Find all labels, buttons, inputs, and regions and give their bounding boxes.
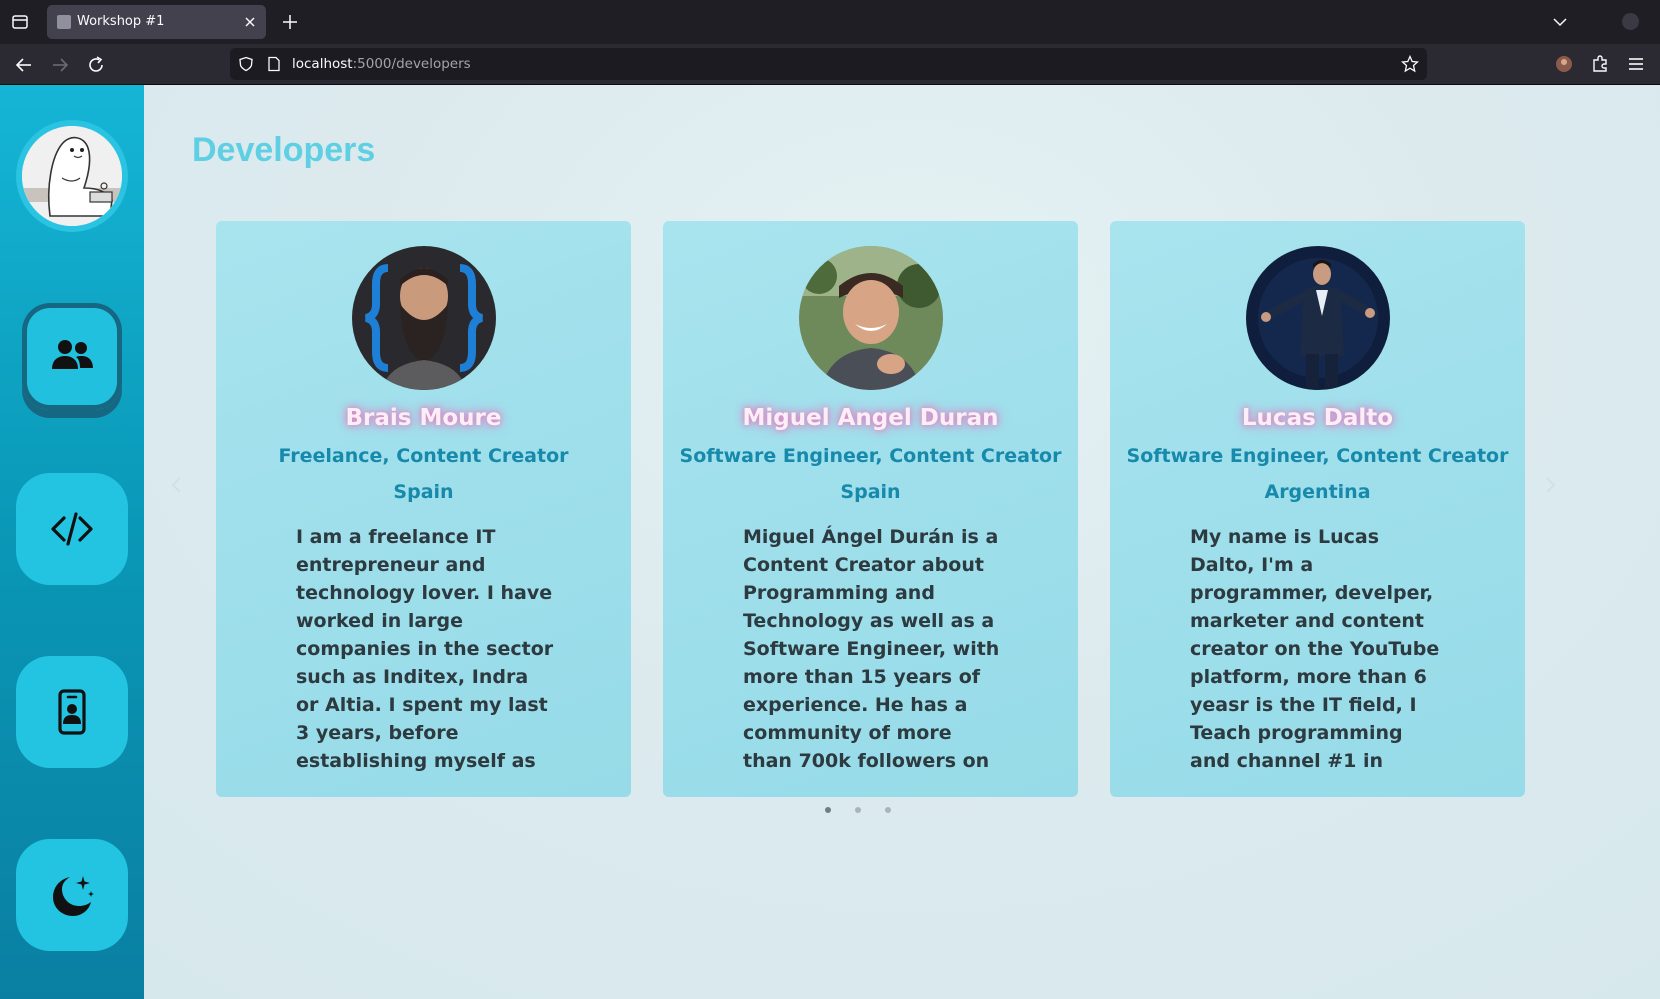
carousel-dot-2[interactable] bbox=[855, 807, 861, 813]
main-content: Developers Brais Moure Freelance, Conten… bbox=[144, 85, 1660, 999]
developer-name: Lucas Dalto bbox=[1241, 405, 1394, 431]
developer-country: Spain bbox=[393, 481, 454, 503]
forward-icon[interactable] bbox=[49, 54, 71, 76]
moon-stars-icon bbox=[53, 876, 94, 916]
page-title: Developers bbox=[192, 131, 376, 169]
reload-icon[interactable] bbox=[85, 54, 107, 76]
users-icon bbox=[52, 339, 93, 369]
tab-list-icon[interactable] bbox=[10, 12, 30, 32]
developer-bio: Miguel Ángel Durán is a Content Creator … bbox=[743, 526, 1000, 779]
tab-title: Workshop #1 bbox=[77, 14, 165, 29]
menu-icon[interactable] bbox=[1626, 54, 1646, 74]
carousel-next-icon[interactable] bbox=[1542, 475, 1558, 495]
page-info-icon[interactable] bbox=[266, 56, 282, 72]
favicon-icon bbox=[57, 15, 71, 29]
developer-country: Spain bbox=[840, 481, 901, 503]
theme-toggle-button[interactable] bbox=[16, 839, 128, 951]
carousel-prev-icon[interactable] bbox=[169, 475, 185, 495]
seal-mascot-icon bbox=[22, 126, 122, 226]
carousel-dot-3[interactable] bbox=[885, 807, 891, 813]
logo[interactable] bbox=[16, 120, 128, 232]
developer-name: Miguel Angel Duran bbox=[742, 405, 999, 431]
code-icon bbox=[51, 512, 93, 546]
developer-card: Lucas Dalto Software Engineer, Content C… bbox=[1110, 221, 1525, 797]
developer-role: Software Engineer, Content Creator bbox=[679, 445, 1062, 467]
sidebar-item-projects[interactable] bbox=[16, 473, 128, 585]
developer-name: Brais Moure bbox=[345, 405, 502, 431]
sidebar-item-developers[interactable] bbox=[22, 303, 122, 410]
developer-bio: I am a freelance IT entrepreneur and tec… bbox=[296, 526, 554, 779]
bookmark-star-icon[interactable] bbox=[1401, 55, 1419, 73]
developer-card: Brais Moure Freelance, Content Creator S… bbox=[216, 221, 631, 797]
extension-avatar-icon[interactable] bbox=[1554, 54, 1574, 74]
developer-bio: My name is Lucas Dalto, I'm a programmer… bbox=[1190, 526, 1440, 779]
shield-icon[interactable] bbox=[238, 56, 254, 72]
back-icon[interactable] bbox=[13, 54, 35, 76]
page-content: Developers Brais Moure Freelance, Conten… bbox=[0, 85, 1660, 999]
carousel-pagination bbox=[825, 807, 895, 817]
browser-nav-bar: localhost:5000/developers bbox=[0, 44, 1660, 85]
url-text: localhost:5000/developers bbox=[292, 56, 471, 72]
browser-tab-bar: Workshop #1 bbox=[0, 0, 1660, 44]
sidebar-item-contact[interactable] bbox=[16, 656, 128, 768]
carousel-dot-1[interactable] bbox=[825, 807, 831, 813]
avatar bbox=[799, 246, 943, 390]
chevron-down-icon[interactable] bbox=[1550, 12, 1570, 32]
address-bar[interactable]: localhost:5000/developers bbox=[230, 48, 1427, 80]
developer-role: Software Engineer, Content Creator bbox=[1126, 445, 1509, 467]
new-tab-icon[interactable] bbox=[280, 12, 300, 32]
extensions-puzzle-icon[interactable] bbox=[1590, 54, 1610, 74]
developer-card: Miguel Angel Duran Software Engineer, Co… bbox=[663, 221, 1078, 797]
avatar bbox=[352, 246, 496, 390]
contact-badge-icon bbox=[58, 689, 86, 735]
browser-tab[interactable]: Workshop #1 bbox=[47, 5, 266, 39]
developer-role: Freelance, Content Creator bbox=[278, 445, 569, 467]
developer-country: Argentina bbox=[1264, 481, 1371, 503]
avatar bbox=[1246, 246, 1390, 390]
sidebar bbox=[0, 85, 144, 999]
close-tab-icon[interactable] bbox=[242, 14, 258, 30]
account-icon[interactable] bbox=[1622, 13, 1639, 30]
